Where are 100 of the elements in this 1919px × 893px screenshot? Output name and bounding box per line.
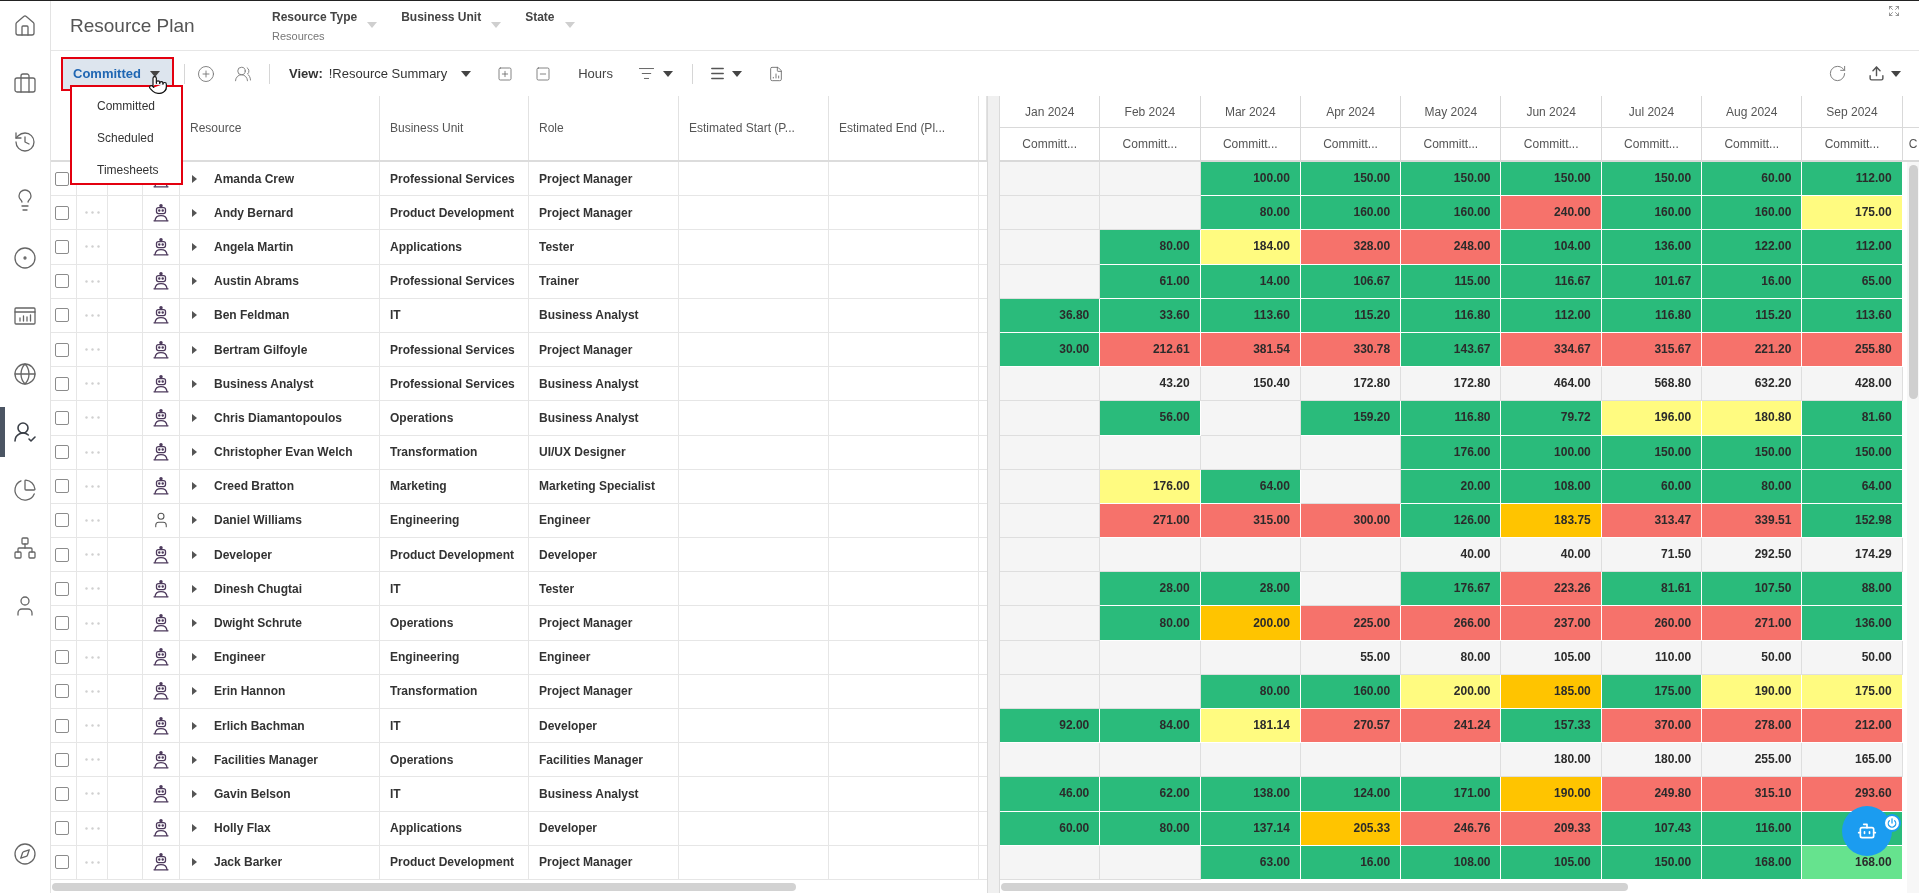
row-checkbox[interactable] (55, 581, 69, 596)
hours-cell[interactable]: 180.00 (1501, 743, 1602, 778)
row-checkbox[interactable] (55, 513, 69, 528)
home-icon[interactable] (13, 14, 37, 38)
hours-cell[interactable]: 137.14 (1200, 811, 1301, 846)
row-checkbox[interactable] (55, 376, 69, 391)
list-filter-icon[interactable] (637, 65, 655, 82)
dots-icon[interactable] (84, 450, 100, 454)
hours-cell[interactable] (1300, 469, 1402, 504)
hours-cell[interactable]: 209.33 (1501, 811, 1602, 846)
hours-cell[interactable]: 200.00 (1401, 674, 1502, 709)
hours-cell[interactable]: 190.00 (1702, 674, 1803, 709)
hours-cell[interactable]: 136.00 (1802, 606, 1903, 641)
plus-square-icon[interactable] (497, 65, 514, 82)
hours-cell[interactable] (1200, 401, 1301, 436)
dots-icon[interactable] (84, 245, 100, 249)
hours-cell[interactable]: 428.00 (1802, 367, 1903, 402)
hours-cell[interactable] (1200, 435, 1301, 470)
dots-icon[interactable] (84, 621, 100, 625)
hours-cell[interactable]: 43.20 (1100, 367, 1201, 402)
hours-cell[interactable]: 150.00 (1501, 162, 1602, 197)
hours-cell[interactable] (1000, 606, 1101, 641)
hours-cell[interactable]: 80.00 (1200, 674, 1301, 709)
hours-cell[interactable]: 80.00 (1702, 469, 1803, 504)
hours-cell[interactable]: 255.80 (1802, 332, 1903, 368)
hours-cell[interactable]: 60.00 (1601, 469, 1703, 504)
hours-cell[interactable]: 64.00 (1802, 469, 1903, 504)
row-checkbox[interactable] (55, 547, 69, 562)
hours-cell[interactable]: 293.60 (1802, 777, 1903, 812)
hours-cell[interactable]: 124.00 (1300, 777, 1402, 812)
dots-icon[interactable] (84, 587, 100, 591)
hours-cell[interactable]: 40.00 (1501, 538, 1602, 573)
hours-cell[interactable] (1000, 503, 1101, 539)
hours-cell[interactable]: 61.00 (1100, 264, 1201, 299)
network-icon[interactable] (13, 536, 37, 560)
hours-cell[interactable]: 105.00 (1501, 640, 1602, 675)
hours-cell[interactable]: 88.00 (1802, 572, 1903, 607)
row-checkbox[interactable] (55, 855, 69, 870)
hours-cell[interactable]: 240.00 (1501, 196, 1602, 231)
hours-cell[interactable]: 80.00 (1100, 230, 1201, 265)
hours-cell[interactable]: 334.67 (1501, 332, 1602, 368)
hours-cell[interactable]: 14.00 (1200, 264, 1301, 299)
hours-cell[interactable] (1000, 367, 1101, 402)
hours-cell[interactable]: 168.00 (1702, 845, 1803, 880)
hours-cell[interactable]: 160.00 (1401, 196, 1502, 231)
hours-cell[interactable]: 80.00 (1401, 640, 1502, 675)
hours-cell[interactable]: 30.00 (1000, 332, 1101, 368)
minus-square-icon[interactable] (535, 65, 552, 82)
hours-cell[interactable]: 150.00 (1601, 435, 1703, 470)
hours-cell[interactable] (1200, 538, 1301, 573)
hours-cell[interactable]: 278.00 (1702, 709, 1803, 744)
hours-cell[interactable]: 115.20 (1300, 298, 1402, 333)
hours-cell[interactable]: 116.00 (1702, 811, 1803, 846)
hours-cell[interactable]: 159.20 (1300, 401, 1402, 436)
hours-cell[interactable] (1100, 538, 1201, 573)
hours-cell[interactable]: 107.50 (1702, 572, 1803, 607)
hours-cell[interactable]: 266.00 (1401, 606, 1502, 641)
hours-cell[interactable]: 315.00 (1200, 503, 1301, 539)
hours-cell[interactable]: 260.00 (1601, 606, 1703, 641)
hours-cell[interactable]: 246.76 (1401, 811, 1502, 846)
dots-icon[interactable] (84, 553, 100, 557)
dots-icon[interactable] (84, 348, 100, 352)
hours-cell[interactable]: 107.43 (1601, 811, 1703, 846)
hours-cell[interactable]: 40.00 (1401, 538, 1502, 573)
hours-cell[interactable]: 315.10 (1702, 777, 1803, 812)
hours-cell[interactable]: 152.98 (1802, 503, 1903, 539)
row-checkbox[interactable] (55, 650, 69, 665)
hours-cell[interactable]: 184.00 (1200, 230, 1301, 265)
dots-icon[interactable] (84, 382, 100, 386)
caret-right-icon[interactable] (192, 242, 197, 251)
hours-cell[interactable]: 237.00 (1501, 606, 1602, 641)
dots-icon[interactable] (84, 724, 100, 728)
hours-cell[interactable] (1000, 674, 1101, 709)
row-checkbox[interactable] (55, 171, 69, 186)
hours-cell[interactable]: 175.00 (1802, 196, 1903, 231)
hours-cell[interactable]: 126.00 (1401, 503, 1502, 539)
hours-cell[interactable]: 172.80 (1401, 367, 1502, 402)
hours-cell[interactable]: 200.00 (1200, 606, 1301, 641)
row-checkbox[interactable] (55, 684, 69, 699)
hours-cell[interactable]: 328.00 (1300, 230, 1402, 265)
clock-history-icon[interactable] (13, 130, 37, 154)
hours-cell[interactable]: 55.00 (1300, 640, 1402, 675)
hours-cell[interactable]: 138.00 (1200, 777, 1301, 812)
hours-cell[interactable]: 172.80 (1300, 367, 1402, 402)
dots-icon[interactable] (84, 860, 100, 864)
hours-cell[interactable]: 180.80 (1702, 401, 1803, 436)
row-checkbox[interactable] (55, 308, 69, 323)
hours-cell[interactable]: 50.00 (1802, 640, 1903, 675)
hours-cell[interactable]: 160.00 (1601, 196, 1703, 231)
hours-cell[interactable] (1000, 640, 1101, 675)
row-checkbox[interactable] (55, 342, 69, 357)
hours-cell[interactable]: 112.00 (1501, 298, 1602, 333)
caret-right-icon[interactable] (192, 721, 197, 730)
menu-icon[interactable] (708, 65, 726, 82)
column-header[interactable]: Business Unit (380, 96, 529, 160)
hours-cell[interactable] (1100, 743, 1201, 778)
compass-icon[interactable] (13, 842, 37, 866)
hours-cell[interactable]: 300.00 (1300, 503, 1402, 539)
upload-icon[interactable] (1868, 65, 1885, 82)
dots-icon[interactable] (84, 792, 100, 796)
